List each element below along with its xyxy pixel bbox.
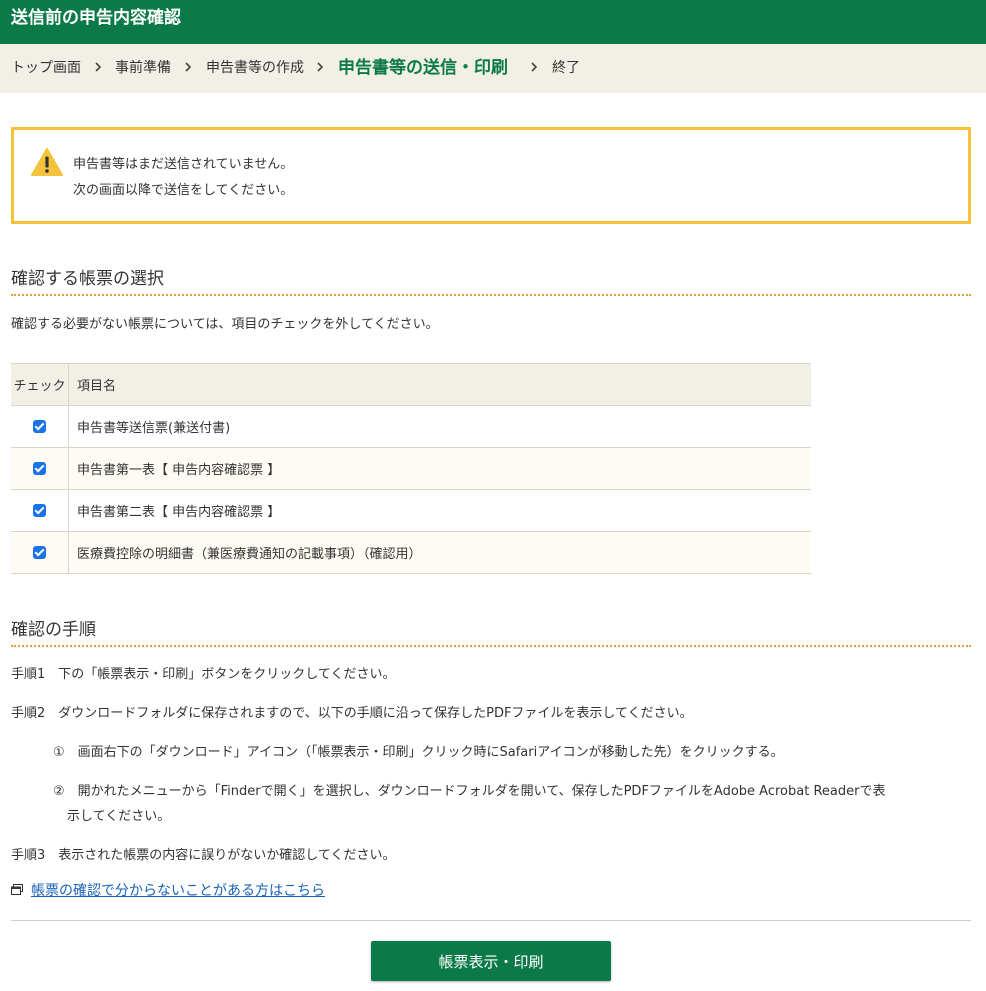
section-title-procedure: 確認の手順 bbox=[11, 620, 96, 640]
table-row: 医療費控除の明細書（兼医療費通知の記載事項）（確認用） bbox=[11, 531, 811, 574]
form-checkbox[interactable] bbox=[33, 420, 46, 433]
warning-box: 申告書等はまだ送信されていません。 次の画面以降で送信をしてください。 bbox=[11, 127, 971, 224]
page-header: 送信前の申告内容確認 bbox=[0, 0, 986, 44]
form-item-name: 申告書第一表【 申告内容確認票 】 bbox=[68, 447, 811, 490]
warning-icon bbox=[31, 148, 63, 176]
form-item-name: 申告書第二表【 申告内容確認票 】 bbox=[68, 489, 811, 532]
section-divider bbox=[11, 294, 971, 296]
procedure-step2: 手順2 ダウンロードフォルダに保存されますので、以下の手順に沿って保存したPDF… bbox=[11, 706, 693, 721]
warning-message-line1: 申告書等はまだ送信されていません。 bbox=[73, 157, 294, 172]
help-link[interactable]: 帳票の確認で分からないことがある方はこちら bbox=[31, 880, 325, 900]
chevron-right-icon bbox=[315, 44, 325, 93]
section-title-select: 確認する帳票の選択 bbox=[11, 269, 164, 289]
footer-divider bbox=[11, 920, 971, 921]
form-checkbox[interactable] bbox=[33, 462, 46, 475]
chevron-right-icon bbox=[93, 44, 103, 93]
new-window-icon bbox=[11, 884, 23, 895]
table-header-row: チェック 項目名 bbox=[11, 363, 811, 406]
section-divider bbox=[11, 645, 971, 647]
breadcrumb-item-top: トップ画面 bbox=[11, 60, 81, 76]
table-row: 申告書等送信票(兼送付書) bbox=[11, 405, 811, 448]
page-title: 送信前の申告内容確認 bbox=[11, 8, 181, 28]
procedure-substep1: ① 画面右下の「ダウンロード」アイコン（「帳票表示・印刷」クリック時にSafar… bbox=[53, 745, 784, 760]
form-selection-table: チェック 項目名 申告書等送信票(兼送付書) 申告書第一表【 申告内容確認票 】… bbox=[11, 363, 811, 574]
warning-message-line2: 次の画面以降で送信をしてください。 bbox=[73, 183, 294, 198]
breadcrumb-item-create: 申告書等の作成 bbox=[206, 60, 304, 76]
procedure-step1: 手順1 下の「帳票表示・印刷」ボタンをクリックしてください。 bbox=[11, 667, 396, 682]
procedure-substep2-line2: 示してください。 bbox=[67, 809, 171, 824]
form-item-name: 申告書等送信票(兼送付書) bbox=[68, 405, 811, 448]
form-checkbox[interactable] bbox=[33, 546, 46, 559]
table-row: 申告書第一表【 申告内容確認票 】 bbox=[11, 447, 811, 490]
select-description: 確認する必要がない帳票については、項目のチェックを外してください。 bbox=[11, 317, 439, 332]
table-row: 申告書第二表【 申告内容確認票 】 bbox=[11, 489, 811, 532]
column-header-name: 項目名 bbox=[68, 363, 811, 406]
breadcrumb-item-preparation: 事前準備 bbox=[115, 60, 171, 76]
column-header-check: チェック bbox=[11, 363, 69, 406]
procedure-step3: 手順3 表示された帳票の内容に誤りがないか確認してください。 bbox=[11, 848, 396, 863]
breadcrumb-item-current: 申告書等の送信・印刷 bbox=[338, 58, 508, 78]
chevron-right-icon bbox=[183, 44, 193, 93]
breadcrumb: トップ画面 事前準備 申告書等の作成 申告書等の送信・印刷 終了 bbox=[0, 44, 986, 93]
print-forms-button[interactable]: 帳票表示・印刷 bbox=[371, 941, 611, 981]
form-item-name: 医療費控除の明細書（兼医療費通知の記載事項）（確認用） bbox=[68, 531, 811, 574]
breadcrumb-item-end: 終了 bbox=[552, 60, 580, 76]
form-checkbox[interactable] bbox=[33, 504, 46, 517]
chevron-right-icon bbox=[529, 44, 539, 93]
procedure-substep2-line1: ② 開かれたメニューから「Finderで開く」を選択し、ダウンロードフォルダを開… bbox=[53, 784, 886, 799]
